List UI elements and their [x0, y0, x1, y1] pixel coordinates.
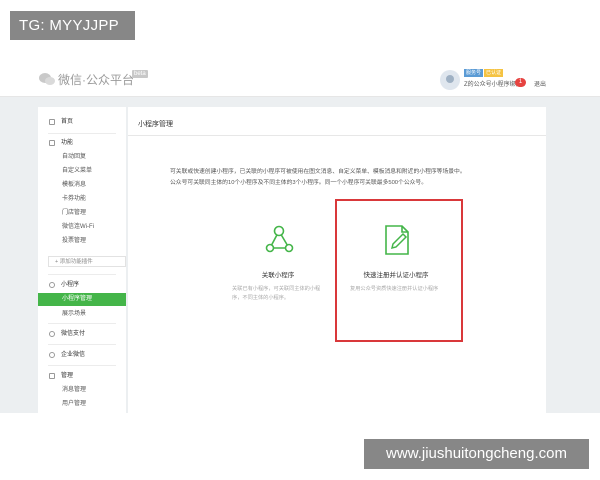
sidebar-item-label: 小程序	[61, 282, 80, 288]
folder-icon	[49, 373, 55, 379]
sidebar-item-label: 企业微信	[61, 352, 86, 358]
sidebar-item-home[interactable]: 首页	[38, 116, 126, 128]
account-type-badge: 服务号	[464, 69, 484, 77]
sidebar-item-label: 微信支付	[61, 331, 86, 337]
account-name[interactable]: Z的公众号小程序绑定	[464, 79, 522, 88]
logout-link[interactable]: 退出	[534, 79, 546, 88]
sidebar-item-auto-reply[interactable]: 自动回复	[38, 151, 126, 163]
verified-badge: 已认证	[484, 69, 504, 77]
watermark-overlay: www.jiushuitongcheng.com	[364, 439, 589, 469]
wallet-icon	[49, 331, 55, 337]
description-line: 可关联或快速创建小程序，已关联的小程序可被使用在图文消息、自定义菜单、模板消息和…	[170, 169, 466, 175]
sidebar-item-label: 功能	[61, 140, 74, 146]
description-line: 公众号可关联同主体的10个小程序及不同主体的3个小程序。同一个小程序可关联最多5…	[170, 180, 428, 186]
sidebar-divider	[48, 274, 116, 275]
tag-overlay: TG: MYYJJPP	[10, 11, 135, 40]
highlight-box	[335, 199, 463, 342]
sidebar-item-enterprise-wechat[interactable]: 企业微信	[38, 349, 126, 361]
sidebar-item-label: 管理	[61, 373, 74, 379]
sidebar-item-store-management[interactable]: 门店管理	[38, 207, 126, 219]
sidebar-divider	[48, 133, 116, 134]
page-title: 小程序管理	[138, 121, 173, 128]
card-title: 关联小程序	[261, 272, 295, 279]
card-description: 关联已有小程序，可关联同主体的小程序，不同主体的小程序。	[232, 286, 321, 301]
sidebar-item-display-scenes[interactable]: 展示场景	[38, 308, 126, 320]
sidebar-item-mini-program-management[interactable]: 小程序管理	[38, 293, 126, 306]
share-nodes-icon	[265, 225, 294, 253]
sidebar-group-mini-program: 小程序	[38, 279, 126, 291]
sidebar-item-wifi[interactable]: 微信连Wi-Fi	[38, 221, 126, 233]
sidebar-item-message-management[interactable]: 消息管理	[38, 384, 126, 396]
sidebar-item-template-message[interactable]: 模板消息	[38, 179, 126, 191]
sidebar: 首页 功能 自动回复 自定义菜单 模板消息 卡券功能 门店管理 微信连Wi-Fi…	[38, 107, 126, 413]
page-description: 可关联或快速创建小程序，已关联的小程序可被使用在图文消息、自定义菜单、模板消息和…	[170, 167, 490, 189]
sidebar-divider	[48, 323, 116, 324]
beta-badge: beta	[132, 70, 148, 78]
main-panel: 小程序管理 可关联或快速创建小程序，已关联的小程序可被使用在图文消息、自定义菜单…	[128, 107, 546, 413]
sidebar-group-management: 管理	[38, 370, 126, 382]
sidebar-item-label: 首页	[61, 119, 74, 125]
platform-logo-text[interactable]: 微信·公众平台	[58, 71, 134, 88]
enterprise-icon	[49, 352, 55, 358]
grid-icon	[49, 140, 55, 146]
add-plugin-button[interactable]: + 添加功能插件	[48, 256, 126, 267]
home-icon	[49, 119, 55, 125]
sidebar-item-wechat-pay[interactable]: 微信支付	[38, 328, 126, 340]
notification-count-badge[interactable]: 1	[515, 78, 526, 87]
sidebar-item-vote-management[interactable]: 投票管理	[38, 235, 126, 247]
sidebar-divider	[48, 365, 116, 366]
wechat-logo-icon	[39, 73, 55, 85]
avatar[interactable]	[440, 70, 460, 90]
sidebar-item-custom-menu[interactable]: 自定义菜单	[38, 165, 126, 177]
mini-program-icon	[49, 282, 55, 288]
sidebar-divider	[48, 344, 116, 345]
title-divider	[128, 135, 546, 136]
sidebar-item-user-management[interactable]: 用户管理	[38, 398, 126, 410]
sidebar-item-card-coupons[interactable]: 卡券功能	[38, 193, 126, 205]
top-bar: 微信·公众平台 beta 服务号 已认证 Z的公众号小程序绑定 1 退出	[0, 58, 600, 97]
sidebar-group-functions: 功能	[38, 137, 126, 149]
link-mini-program-card[interactable]: 关联小程序 关联已有小程序，可关联同主体的小程序，不同主体的小程序。	[222, 205, 334, 335]
